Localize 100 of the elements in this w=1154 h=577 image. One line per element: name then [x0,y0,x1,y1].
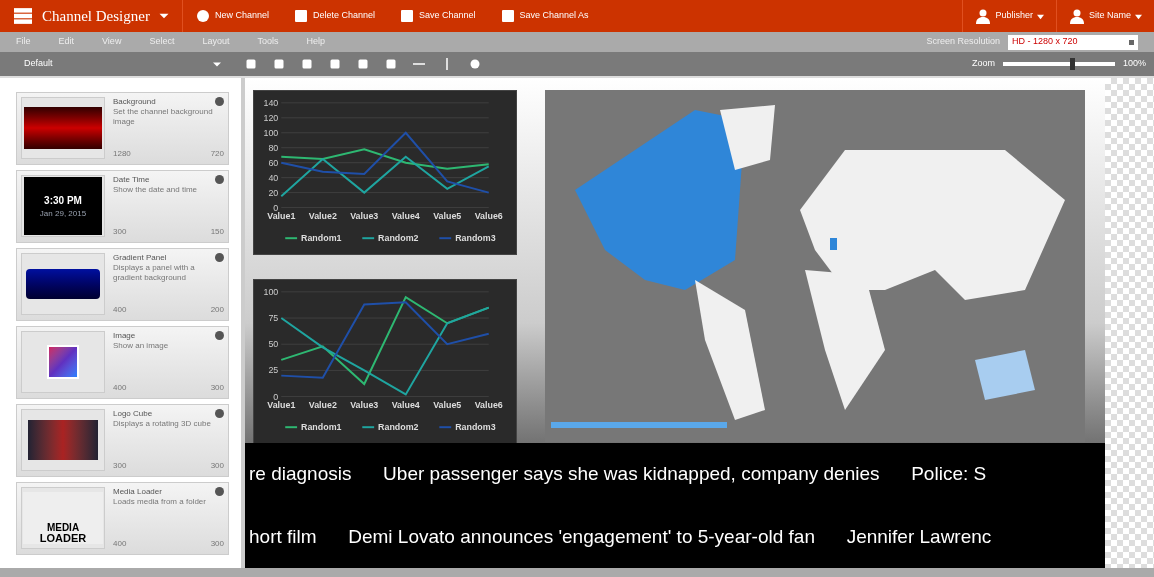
info-icon[interactable] [215,97,224,106]
widget-title: Media Loader [113,487,162,497]
width-value: 1280 [113,148,131,160]
widget-card[interactable]: MEDIA LOADER Media Loader Loads media from a folder 400 300 [16,482,229,555]
y-tick-label: 50 [268,339,279,350]
y-tick: 0 [273,202,489,213]
tool-icon[interactable] [385,58,397,70]
y-tick: 140 [263,97,489,108]
x-label: Value4 [391,211,420,222]
x-label: Value1 [267,400,296,411]
height-value: 300 [210,538,224,550]
y-tick: 25 [268,365,489,376]
legend-item: Random3 [438,233,496,244]
resolution-label: Screen Resolution [926,35,1000,49]
widget-description: Show the date and time [113,185,199,195]
legend-label: Random3 [455,233,496,244]
x-label: Value3 [350,211,379,222]
legend-item: Random1 [284,422,342,433]
tool-icon[interactable] [245,58,257,70]
legend-label: Random2 [378,422,419,433]
x-label: Value3 [350,400,379,411]
toolbar-action[interactable]: Save Channel As [487,0,601,32]
zoom-label: Zoom [971,57,995,71]
widget-description: Set the channel background image [113,107,214,127]
user-icon [975,8,992,24]
tool-icon[interactable] [329,58,341,70]
action-icon [398,8,415,24]
clock-time: 3:30 PM [44,193,82,208]
width-value: 300 [113,226,127,238]
y-tick: 80 [268,142,489,153]
width-value: 300 [113,460,127,472]
picture-thumbnail [47,345,79,379]
y-tick-label: 40 [268,172,279,183]
tool-icon[interactable] [273,58,285,70]
y-tick-label: 80 [268,142,279,153]
widget-title: Logo Cube [113,409,153,419]
ticker-headline: re diagnosis Uber passenger says she was kidnapped, company denies Police: S [248,462,988,486]
y-tick-label: 20 [268,187,279,198]
zoom-thumb[interactable] [1070,58,1076,70]
height-value: 300 [210,382,224,394]
x-label: Value6 [474,211,503,222]
widget-card[interactable]: Image Show an image 400 300 [16,326,229,399]
legend-item: Random1 [284,233,342,244]
caret-icon [1036,12,1044,20]
widget-title: Gradient Panel [113,253,167,263]
menu-icon[interactable] [12,7,34,25]
tool-icon[interactable] [301,58,313,70]
y-tick: 60 [268,157,489,168]
tool-icon[interactable] [357,58,369,70]
y-tick-label: 60 [268,157,279,168]
y-tick: 100 [263,127,489,138]
toolbar-action[interactable]: Save Channel [386,0,488,32]
legend-item: Random2 [361,233,419,244]
toolbar-action[interactable]: Delete Channel [280,0,387,32]
resolution-select[interactable]: HD - 1280 x 720 [1008,34,1138,50]
action-icon [499,8,516,24]
legend-label: Random2 [378,233,419,244]
legend-label: Random1 [301,422,342,433]
widget-card[interactable]: Background Set the channel background image 1280 720 [16,92,229,165]
height-value: 720 [210,148,224,160]
y-tick: 20 [268,187,489,198]
legend-label: Random3 [455,422,496,433]
dropdown-arrow-icon[interactable] [213,60,221,68]
y-tick: 50 [268,339,489,350]
legend-item: Random3 [438,422,496,433]
widget-description: Displays a rotating 3D cube [113,419,212,429]
y-tick: 120 [263,112,489,123]
info-icon[interactable] [215,175,224,184]
zoom-reading: 100% [1122,57,1146,71]
x-label: Value4 [391,400,420,411]
info-icon[interactable] [215,409,224,418]
widget-description: Displays a panel with a gradient background [113,263,196,283]
y-tick: 0 [273,391,489,402]
widget-card[interactable]: Logo Cube Displays a rotating 3D cube 300 300 [16,404,229,477]
info-icon[interactable] [215,487,224,496]
user-icon [1068,8,1085,24]
width-value: 400 [113,304,127,316]
width-value: 400 [113,538,127,550]
app-title: Channel Designer [42,6,150,26]
toolbar-action[interactable]: New Channel [182,0,281,32]
widget-title: Background [113,97,156,107]
widget-card[interactable]: Gradient Panel Displays a panel with a gradient background 400 200 [16,248,229,321]
logo-bottom: LOADER [39,533,87,544]
info-icon[interactable] [215,331,224,340]
height-value: 300 [210,460,224,472]
x-label: Value5 [433,211,462,222]
cube-thumbnail [28,420,98,460]
logo-top: MEDIA [46,523,80,533]
legend-label: Random1 [301,233,342,244]
y-tick-label: 0 [273,202,279,213]
y-tick-label: 100 [263,286,279,297]
action-icon [194,8,211,24]
x-label: Value6 [474,400,503,411]
x-label: Value2 [308,400,337,411]
ticker-headline: hort film Demi Lovato announces 'engagement' to 5-year-old fan Jennifer Lawrenc [248,524,993,549]
legend-item: Random2 [361,422,419,433]
layout-name: Default [24,57,53,71]
y-tick-label: 100 [263,127,279,138]
info-icon[interactable] [215,253,224,262]
widget-title: Date Time [113,175,150,185]
